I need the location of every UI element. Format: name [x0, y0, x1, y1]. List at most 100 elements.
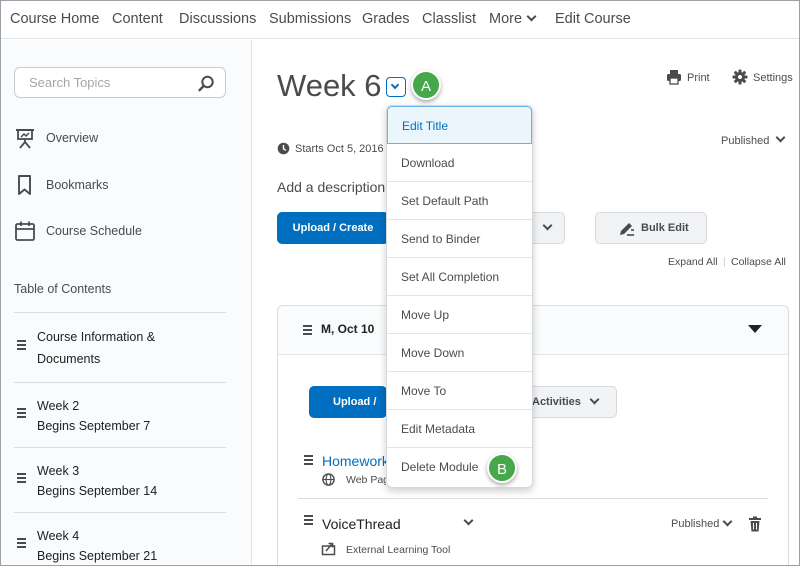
menu-item-label: Move Down — [401, 346, 465, 360]
globe-icon — [322, 473, 335, 486]
menu-item-label: Move To — [401, 384, 447, 398]
menu-item-set-all-completion[interactable]: Set All Completion — [387, 258, 532, 296]
chevron-down-icon[interactable] — [722, 516, 733, 527]
menu-item-label: Download — [401, 156, 455, 170]
page-title: Week 6 — [277, 68, 382, 103]
settings-label: Settings — [753, 72, 793, 84]
search-icon[interactable] — [196, 74, 216, 94]
nav-edit-course[interactable]: Edit Course — [555, 11, 631, 27]
printer-icon — [667, 70, 681, 85]
sidebar-item-label: Bookmarks — [46, 178, 109, 192]
menu-item-edit-metadata[interactable]: Edit Metadata — [387, 410, 532, 448]
menu-item-move-down[interactable]: Move Down — [387, 334, 532, 372]
menu-item-set-default-path[interactable]: Set Default Path — [387, 182, 532, 220]
toc-item-week-3[interactable]: Week 3 Begins September 14 — [14, 447, 226, 512]
menu-item-label: Send to Binder — [401, 232, 481, 246]
toc-item-line2: Begins September 14 — [37, 484, 158, 498]
drag-handle-icon[interactable] — [17, 408, 26, 420]
menu-item-download[interactable]: Download — [387, 144, 532, 182]
toc-item-line1: Week 2 — [37, 399, 80, 413]
menu-item-label: Edit Metadata — [401, 422, 476, 436]
chevron-down-icon — [526, 11, 537, 22]
trash-icon[interactable] — [748, 516, 762, 532]
toc-item-line2: Documents — [37, 352, 101, 366]
drag-handle-icon[interactable] — [17, 473, 26, 485]
bulk-edit-button[interactable]: Bulk Edit — [595, 212, 707, 244]
module-title: M, Oct 10 — [321, 322, 375, 336]
menu-item-label: Set All Completion — [401, 270, 500, 284]
menu-item-edit-title[interactable]: Edit Title — [387, 106, 532, 144]
list-item[interactable]: Homework Web Page — [298, 451, 768, 491]
upload-create-button[interactable]: Upload / Create — [277, 212, 389, 244]
search-placeholder: Search Topics — [29, 75, 111, 90]
app-frame: Course Home Content Discussions Submissi… — [0, 0, 800, 566]
nav-content[interactable]: Content — [112, 11, 163, 27]
bookmark-icon — [18, 175, 31, 195]
menu-item-move-up[interactable]: Move Up — [387, 296, 532, 334]
module-header[interactable]: M, Oct 10 — [278, 306, 788, 355]
toc-item-line2: Begins September 21 — [37, 549, 158, 563]
external-tool-icon — [321, 542, 336, 556]
nav-discussions[interactable]: Discussions — [179, 11, 256, 27]
menu-item-move-to[interactable]: Move To — [387, 372, 532, 410]
publish-status-dropdown[interactable]: Published — [721, 132, 786, 147]
search-topics-input[interactable]: Search Topics — [14, 67, 226, 98]
toc-item-line1: Course Information & — [37, 330, 156, 344]
callout-b: B — [487, 453, 517, 483]
collapse-icon[interactable] — [748, 325, 762, 333]
print-label: Print — [687, 72, 710, 84]
chevron-down-icon[interactable] — [463, 515, 474, 526]
chevron-down-icon — [542, 220, 553, 231]
expand-all-link[interactable]: Expand All — [668, 256, 718, 268]
sidebar: Search Topics Overview Bookmarks Course … — [1, 40, 252, 565]
add-description-link[interactable]: Add a description — [277, 179, 385, 195]
menu-item-send-to-binder[interactable]: Send to Binder — [387, 220, 532, 258]
list-item[interactable]: VoiceThread External Learning Tool Publi… — [298, 511, 768, 561]
sidebar-item-label: Course Schedule — [46, 224, 142, 238]
item-type: External Learning Tool — [346, 544, 451, 556]
item-title: VoiceThread — [322, 516, 401, 532]
toc-item-week-4[interactable]: Week 4 Begins September 21 — [14, 512, 226, 565]
toc-item-week-2[interactable]: Week 2 Begins September 7 — [14, 382, 226, 447]
calendar-icon — [15, 221, 35, 241]
chevron-down-icon — [390, 80, 400, 90]
drag-handle-icon[interactable] — [304, 515, 313, 527]
toc-item-line2: Begins September 7 — [37, 419, 151, 433]
nav-course-home[interactable]: Course Home — [10, 11, 99, 27]
nav-more[interactable]: More — [489, 11, 537, 27]
drag-handle-icon[interactable] — [304, 455, 313, 467]
nav-classlist[interactable]: Classlist — [422, 11, 476, 27]
gear-icon — [732, 69, 748, 85]
menu-item-label: Edit Title — [402, 119, 449, 133]
module-existing-activities-button[interactable]: Activities — [528, 386, 617, 418]
nav-grades[interactable]: Grades — [362, 11, 410, 27]
module-upload-create-button[interactable]: Upload / C — [309, 386, 387, 440]
item-publish-status[interactable]: Published — [671, 518, 719, 530]
toc-item-course-information[interactable]: Course Information & Documents — [14, 312, 226, 382]
toc-item-line1: Week 4 — [37, 529, 80, 543]
drag-handle-icon[interactable] — [303, 325, 312, 337]
drag-handle-icon[interactable] — [17, 538, 26, 550]
menu-item-label: Delete Module — [401, 460, 479, 474]
callout-a: A — [411, 70, 441, 100]
clock-icon — [277, 142, 290, 155]
menu-item-label: Set Default Path — [401, 194, 489, 208]
drag-handle-icon[interactable] — [17, 340, 26, 352]
start-date[interactable]: Starts Oct 5, 2016 1 — [277, 142, 393, 155]
nav-more-label: More — [489, 11, 523, 27]
module-panel: M, Oct 10 Upload / C Activities Homework… — [277, 305, 789, 565]
item-title-link[interactable]: Homework — [322, 453, 389, 469]
menu-item-label: Move Up — [401, 308, 450, 322]
collapse-all-link[interactable]: Collapse All — [731, 256, 786, 268]
module-activities-label: Activities — [532, 396, 581, 408]
sidebar-item-label: Overview — [46, 131, 99, 145]
nav-submissions[interactable]: Submissions — [269, 11, 351, 27]
start-date-text: Starts Oct 5, 2016 1 — [295, 143, 393, 155]
title-actions-dropdown[interactable] — [386, 77, 406, 97]
chevron-down-icon — [589, 394, 600, 405]
link-divider: | — [723, 256, 726, 268]
toc-item-line1: Week 3 — [37, 464, 80, 478]
item-type: Web Page — [346, 474, 386, 486]
divider — [298, 498, 768, 499]
presentation-icon — [16, 129, 34, 149]
